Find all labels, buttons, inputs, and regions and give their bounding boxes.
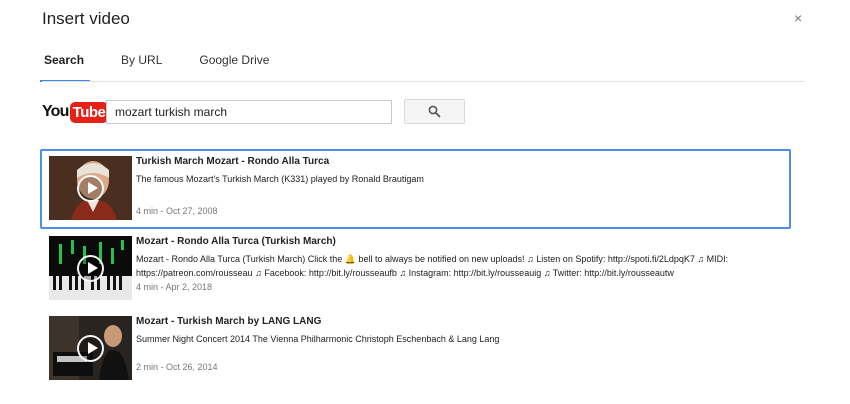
video-thumbnail (49, 156, 132, 220)
youtube-logo-you: You (42, 103, 69, 120)
tab-google-drive[interactable]: Google Drive (197, 52, 271, 82)
search-button[interactable] (404, 99, 465, 124)
video-result[interactable]: Mozart - Rondo Alla Turca (Turkish March… (40, 229, 791, 309)
play-icon (77, 335, 104, 362)
tabs-divider (42, 81, 804, 82)
video-result[interactable]: Turkish March Mozart - Rondo Alla Turca … (40, 149, 791, 229)
video-description: Summer Night Concert 2014 The Vienna Phi… (136, 334, 500, 344)
tab-by-url[interactable]: By URL (119, 52, 164, 82)
search-icon (428, 105, 441, 118)
play-icon (77, 255, 104, 282)
video-title: Turkish March Mozart - Rondo Alla Turca (136, 156, 330, 167)
search-input[interactable] (106, 100, 392, 124)
video-title: Mozart - Turkish March by LANG LANG (136, 316, 322, 327)
youtube-logo: You Tube (42, 101, 109, 123)
video-description: Mozart - Rondo Alla Turca (Turkish March… (136, 254, 729, 278)
dialog-title: Insert video (42, 9, 130, 28)
video-title: Mozart - Rondo Alla Turca (Turkish March… (136, 236, 336, 247)
video-description: The famous Mozart's Turkish March (K331)… (136, 174, 424, 184)
youtube-logo-tube: Tube (69, 101, 109, 123)
video-meta: 4 min - Oct 27, 2008 (136, 206, 218, 216)
play-icon (77, 175, 104, 202)
video-thumbnail (49, 236, 132, 300)
tab-bar: Search By URL Google Drive (39, 52, 304, 82)
video-meta: 2 min - Oct 26, 2014 (136, 362, 218, 372)
tab-search[interactable]: Search (39, 52, 91, 82)
video-meta: 4 min - Apr 2, 2018 (136, 282, 213, 292)
video-result[interactable]: Mozart - Turkish March by LANG LANG Summ… (40, 309, 791, 389)
close-button[interactable]: × (794, 11, 802, 25)
video-thumbnail (49, 316, 132, 380)
